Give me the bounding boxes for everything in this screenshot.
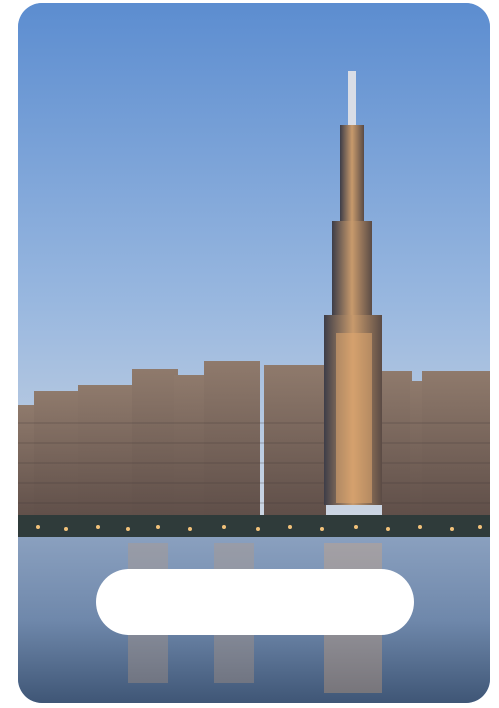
photo-card — [18, 3, 490, 703]
blank-input-field[interactable] — [96, 569, 414, 635]
skyline-buildings — [18, 361, 490, 533]
